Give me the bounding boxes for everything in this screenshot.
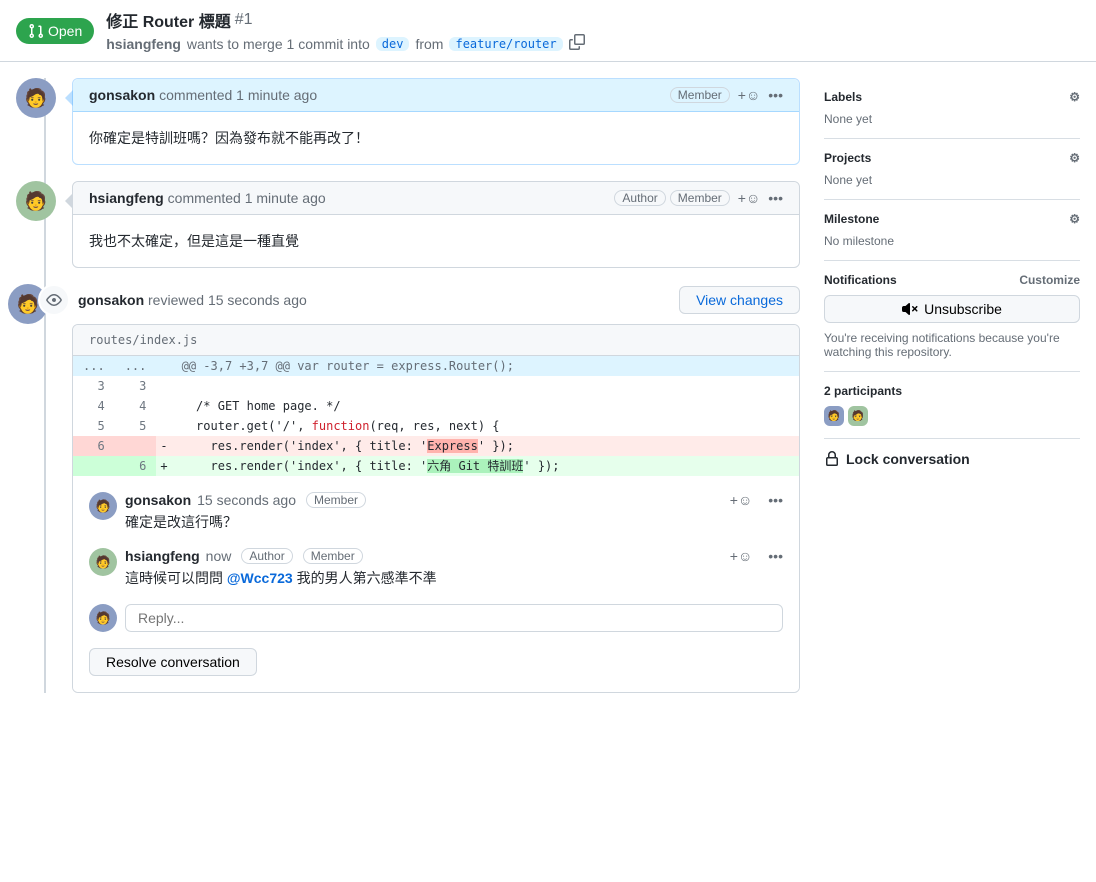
sidebar-labels: Labels⚙ None yet xyxy=(824,78,1080,139)
mention[interactable]: @Wcc723 xyxy=(227,570,293,586)
participant-avatar[interactable]: 🧑 xyxy=(848,406,868,426)
kebab-icon[interactable]: ••• xyxy=(768,548,783,564)
comment-author[interactable]: gonsakon xyxy=(89,87,155,103)
file-header[interactable]: routes/index.js xyxy=(73,325,799,356)
head-branch[interactable]: feature/router xyxy=(449,37,562,51)
rc-body: 這時候可以問問 @Wcc723 我的男人第六感準不準 xyxy=(125,568,714,588)
pr-icon xyxy=(28,23,44,39)
pr-title: 修正 Router 標題 xyxy=(106,8,230,32)
comment-header: hsiangfeng commented 1 minute ago Author… xyxy=(73,182,799,215)
avatar[interactable]: 🧑 xyxy=(16,181,56,221)
react-button[interactable]: +☺ xyxy=(738,190,760,206)
avatar[interactable]: 🧑 xyxy=(16,78,56,118)
rc-body: 確定是改這行嗎？ xyxy=(125,512,714,532)
customize-link[interactable]: Customize xyxy=(1019,273,1080,287)
unsubscribe-button[interactable]: Unsubscribe xyxy=(824,295,1080,323)
rc-author[interactable]: hsiangfeng xyxy=(125,548,200,564)
gear-icon[interactable]: ⚙ xyxy=(1069,212,1080,226)
comment-body: 你確定是特訓班嗎？因為發布就不能再改了！ xyxy=(73,112,799,164)
comment-meta: commented 1 minute ago xyxy=(168,190,326,206)
comment-header: gonsakon commented 1 minute ago Member +… xyxy=(73,79,799,112)
badge-member: Member xyxy=(303,548,363,564)
comment-box: hsiangfeng commented 1 minute ago Author… xyxy=(72,181,800,268)
badge-member: Member xyxy=(306,492,366,508)
react-button[interactable]: +☺ xyxy=(738,87,760,103)
sidebar-milestone: Milestone⚙ No milestone xyxy=(824,200,1080,261)
badge-author: Author xyxy=(241,548,292,564)
review-comment: 🧑 gonsakon 15 seconds ago Member 確定是改這行嗎… xyxy=(89,484,783,540)
review-author[interactable]: gonsakon xyxy=(78,292,144,308)
participant-avatar[interactable]: 🧑 xyxy=(824,406,844,426)
avatar[interactable]: 🧑 xyxy=(89,548,117,576)
rc-time: now xyxy=(206,548,232,564)
review-item: 🧑 gonsakon reviewed 15 seconds ago View … xyxy=(16,284,800,693)
badge-member: Member xyxy=(670,87,730,103)
pr-author[interactable]: hsiangfeng xyxy=(106,36,181,52)
comment-box: gonsakon commented 1 minute ago Member +… xyxy=(72,78,800,165)
merge-text: wants to merge 1 commit into xyxy=(187,36,370,52)
react-button[interactable]: +☺ xyxy=(730,492,752,508)
lock-icon xyxy=(824,451,840,467)
sidebar: Labels⚙ None yet Projects⚙ None yet Mile… xyxy=(824,62,1080,709)
lock-conversation[interactable]: Lock conversation xyxy=(824,439,1080,479)
badge-author: Author xyxy=(614,190,665,206)
rc-time: 15 seconds ago xyxy=(197,492,296,508)
copy-icon[interactable] xyxy=(569,34,585,53)
sidebar-projects: Projects⚙ None yet xyxy=(824,139,1080,200)
comment-item: 🧑 gonsakon commented 1 minute ago Member… xyxy=(16,78,800,165)
status-label: Open xyxy=(48,23,82,39)
base-branch[interactable]: dev xyxy=(376,37,410,51)
reply-input[interactable] xyxy=(125,604,783,632)
avatar[interactable]: 🧑 xyxy=(89,604,117,632)
badge-member: Member xyxy=(670,190,730,206)
rc-author[interactable]: gonsakon xyxy=(125,492,191,508)
kebab-icon[interactable]: ••• xyxy=(768,87,783,103)
eye-icon xyxy=(38,284,70,316)
review-comment: 🧑 hsiangfeng now Author Member 這時候可以問問 @… xyxy=(89,540,783,596)
react-button[interactable]: +☺ xyxy=(730,548,752,564)
diff-table: ......@@ -3,7 +3,7 @@ var router = expre… xyxy=(73,356,799,476)
pr-title-block: 修正 Router 標題 #1 hsiangfeng wants to merg… xyxy=(106,8,584,53)
status-badge: Open xyxy=(16,18,94,44)
view-changes-button[interactable]: View changes xyxy=(679,286,800,314)
review-box: routes/index.js ......@@ -3,7 +3,7 @@ va… xyxy=(72,324,800,693)
kebab-icon[interactable]: ••• xyxy=(768,190,783,206)
review-comments: 🧑 gonsakon 15 seconds ago Member 確定是改這行嗎… xyxy=(73,476,799,692)
sidebar-participants: 2 participants 🧑 🧑 xyxy=(824,372,1080,439)
pr-header: Open 修正 Router 標題 #1 hsiangfeng wants to… xyxy=(0,0,1096,62)
from-text: from xyxy=(415,36,443,52)
comment-meta: commented 1 minute ago xyxy=(159,87,317,103)
comment-author[interactable]: hsiangfeng xyxy=(89,190,164,206)
avatar[interactable]: 🧑 xyxy=(89,492,117,520)
resolve-button[interactable]: Resolve conversation xyxy=(89,648,257,676)
comment-body: 我也不太確定，但是這是一種直覺 xyxy=(73,215,799,267)
timeline: 🧑 gonsakon commented 1 minute ago Member… xyxy=(16,62,800,709)
comment-item: 🧑 hsiangfeng commented 1 minute ago Auth… xyxy=(16,181,800,268)
pr-number: #1 xyxy=(235,11,253,29)
sidebar-notifications: NotificationsCustomize Unsubscribe You'r… xyxy=(824,261,1080,372)
kebab-icon[interactable]: ••• xyxy=(768,492,783,508)
mute-icon xyxy=(902,301,918,317)
gear-icon[interactable]: ⚙ xyxy=(1069,151,1080,165)
gear-icon[interactable]: ⚙ xyxy=(1069,90,1080,104)
